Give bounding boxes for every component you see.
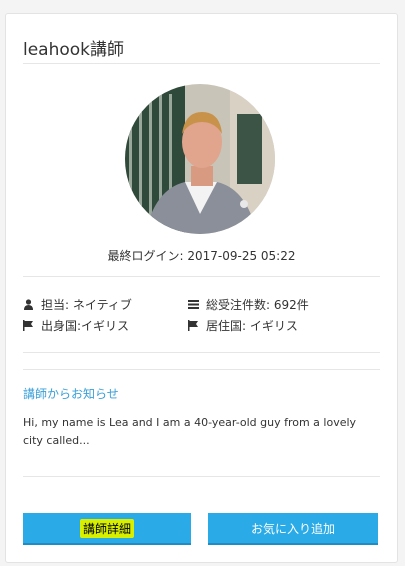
info-residence: 居住国: イギリス [188, 317, 298, 334]
orders-text: 総受注件数: 692件 [206, 298, 309, 312]
residence-text: 居住国: イギリス [206, 319, 298, 333]
teacher-detail-label: 講師詳細 [79, 518, 134, 538]
list-icon [188, 299, 199, 310]
role-text: 担当: ネイティブ [41, 298, 132, 312]
divider [23, 476, 380, 477]
divider [23, 369, 380, 370]
divider [23, 352, 380, 353]
teacher-card: leahook講師 最終ログイン: 2017-09-25 05:22 担当: ネ… [5, 13, 398, 563]
last-login: 最終ログイン: 2017-09-25 05:22 [107, 249, 296, 263]
divider [23, 276, 380, 277]
notice-body: Hi, my name is Lea and I am a 40-year-ol… [23, 416, 357, 447]
teacher-detail-button[interactable]: 講師詳細 [23, 513, 191, 545]
info-role: 担当: ネイティブ [23, 296, 132, 313]
divider [23, 63, 380, 64]
add-favorite-button[interactable]: お気に入り追加 [208, 513, 378, 545]
teacher-name-title: leahook講師 [23, 40, 125, 60]
add-favorite-label: お気に入り追加 [250, 521, 335, 536]
flag-icon [188, 320, 199, 331]
user-icon [23, 299, 34, 310]
origin-text: 出身国:イギリス [41, 319, 130, 333]
flag-icon [23, 320, 34, 331]
info-orders: 総受注件数: 692件 [188, 296, 309, 313]
notice-heading[interactable]: 講師からお知らせ [23, 385, 119, 402]
info-origin: 出身国:イギリス [23, 317, 129, 334]
avatar[interactable] [125, 84, 275, 234]
